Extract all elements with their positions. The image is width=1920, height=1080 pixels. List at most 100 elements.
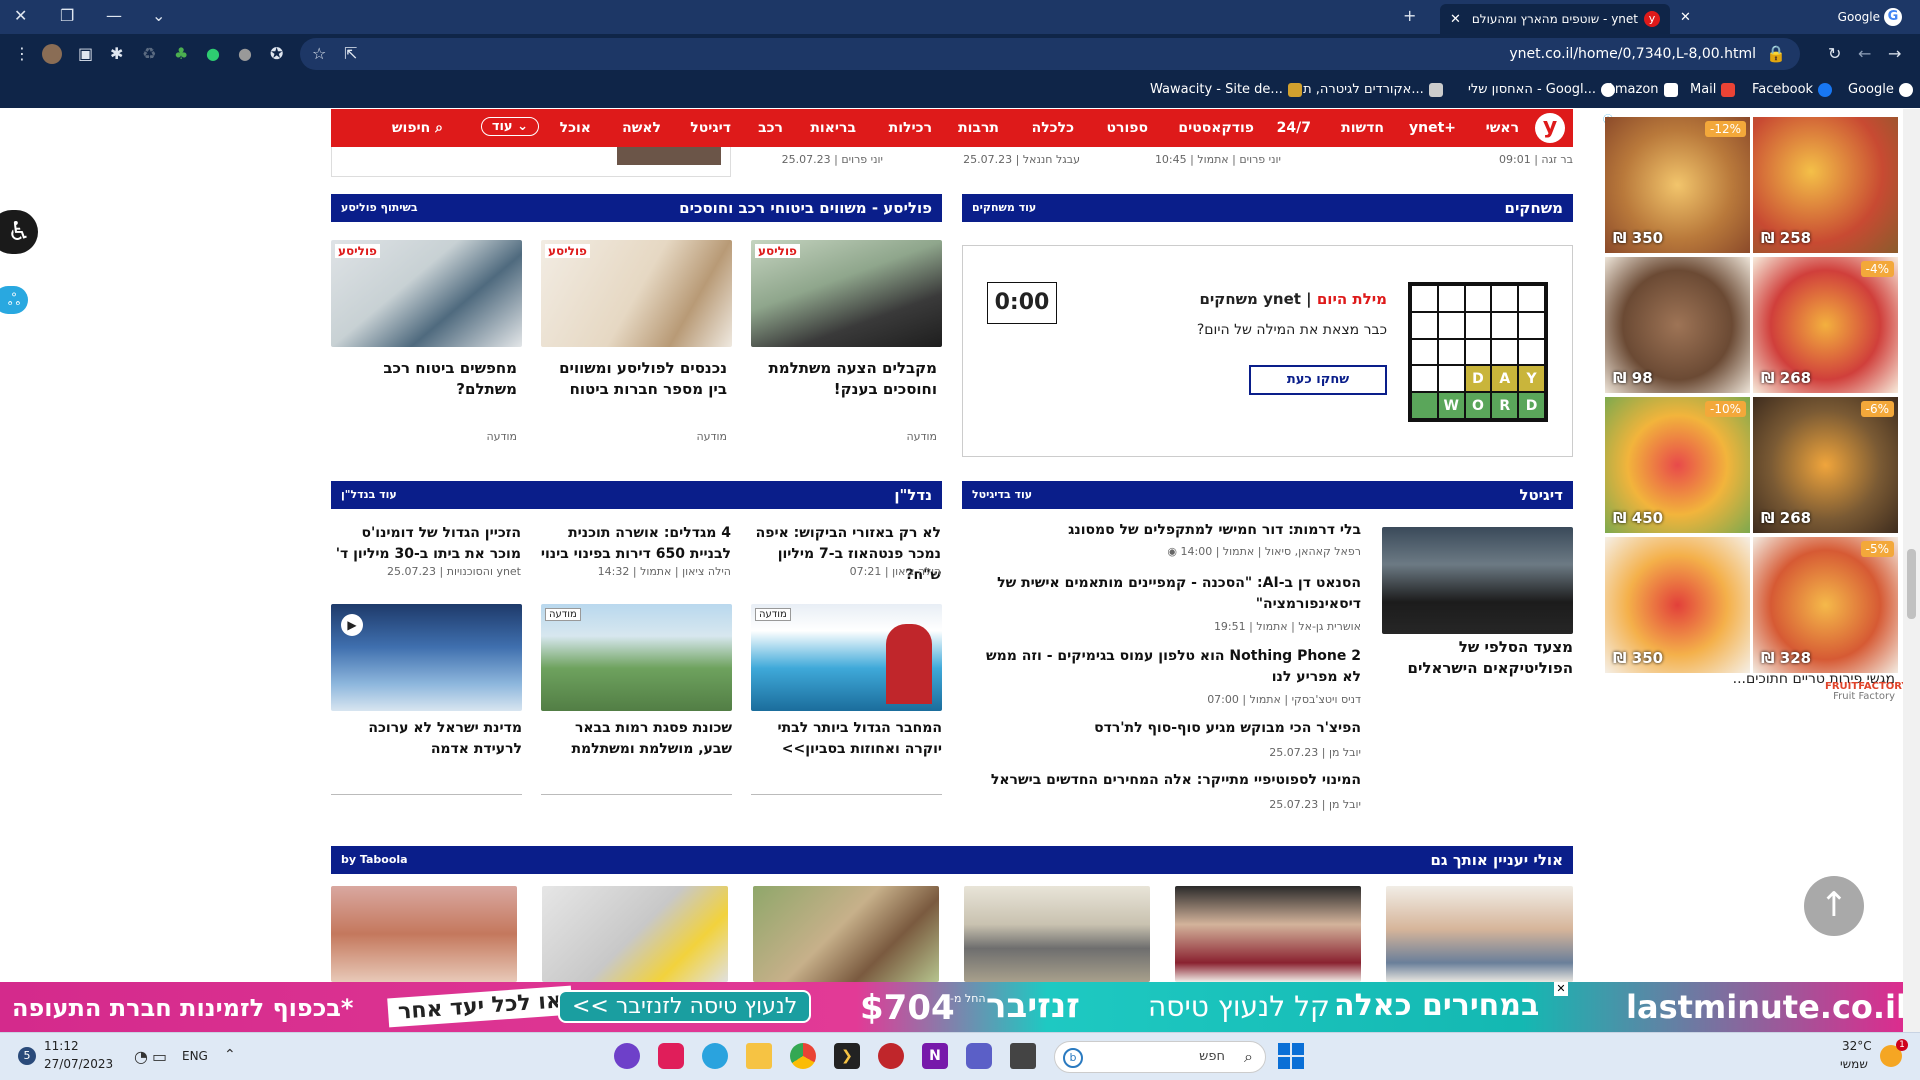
bookmark-mail[interactable]: Mail xyxy=(1690,82,1736,97)
digital-main-headline[interactable]: מצעד הסלפי של הפוליטיקאים הישראלים xyxy=(1382,637,1573,679)
nadlan-image-villa[interactable]: מודעה xyxy=(751,604,942,711)
polisa-headline[interactable]: מחפשים ביטוח רכב משתלם? xyxy=(332,358,517,400)
nadlan-headline[interactable]: 4 מגדלים: אושרה תוכנית לבניית 650 דירות … xyxy=(540,523,731,565)
nav-item-car[interactable]: רכב xyxy=(758,120,783,136)
telegram-icon[interactable] xyxy=(702,1043,728,1069)
language-indicator[interactable]: ENG xyxy=(182,1049,208,1063)
fruit-tile[interactable]: -10% ₪ 450 xyxy=(1605,397,1750,533)
polisa-headline[interactable]: נכנסים לפוליסע ומשווים בין מספר חברות בי… xyxy=(542,358,727,400)
polisa-title[interactable]: פוליסע - משווים ביטוחי רכב וחוסכים xyxy=(679,199,932,217)
nadlan-more-link[interactable]: עוד בנדל"ן xyxy=(341,488,397,501)
accessibility-icon[interactable]: ♿ xyxy=(0,210,38,254)
fruit-tile[interactable]: -6% ₪ 268 xyxy=(1753,397,1898,533)
github-icon[interactable] xyxy=(614,1043,640,1069)
onenote-icon[interactable]: N xyxy=(922,1043,948,1069)
digital-more-link[interactable]: עוד בדיגיטל xyxy=(972,488,1032,501)
extension-tree-icon[interactable]: ♣ xyxy=(174,46,188,62)
share-icon[interactable]: ⇱ xyxy=(344,46,357,62)
nadlan-card[interactable]: מודעה המחבר הגדול ביותר לבתי יוקרה ואחוז… xyxy=(751,604,942,794)
fruit-tile[interactable]: -4% ₪ 268 xyxy=(1753,257,1898,393)
games-title[interactable]: משחקים xyxy=(1505,199,1563,217)
fruit-ad[interactable]: ⓘ ₪ 258 -12%₪ 350 -4%₪ 268 ₪ 98 -6%₪ 268… xyxy=(1603,109,1909,709)
wifi-icon[interactable]: ◔ xyxy=(134,1047,148,1066)
nadlan-image-neighborhood[interactable]: מודעה xyxy=(541,604,732,711)
close-window-icon[interactable]: ✕ xyxy=(14,8,27,24)
nadlan-headline[interactable]: הזכיין הגדול של דומינו'ס מוכר את ביתו ב-… xyxy=(330,523,521,565)
taboola-by[interactable]: by Taboola xyxy=(341,853,408,866)
clock-date[interactable]: 27/07/2023 xyxy=(44,1057,113,1071)
word-grid[interactable]: DAY WORD xyxy=(1408,282,1548,422)
taboola-thumb-passport[interactable] xyxy=(1175,886,1361,982)
nav-item-digital[interactable]: דיגיטל xyxy=(690,120,731,136)
nav-item-economy[interactable]: כלכלה xyxy=(1032,120,1074,136)
weather-temp[interactable]: 32°C xyxy=(1842,1039,1872,1053)
nav-item-gossip[interactable]: רכילות xyxy=(889,120,932,136)
new-tab-icon[interactable]: + xyxy=(1403,8,1416,24)
digital-headline[interactable]: המינוי לספוטיפיי מתייקר: אלה המחירים החד… xyxy=(971,770,1361,791)
polisa-card[interactable]: פוליסע מקבלים הצעה משתלמת וחוסכים בענק! … xyxy=(751,240,942,445)
nav-more-button[interactable]: עוד ⌄ xyxy=(480,117,539,136)
nav-item-health[interactable]: בריאות xyxy=(810,120,856,136)
nav-item-food[interactable]: אוכל xyxy=(560,120,591,136)
digital-headline[interactable]: הפיצ'ר הכי מבוקש מגיע סוף-סוף לת'רדס xyxy=(971,718,1361,739)
nav-item-ynet-plus[interactable]: ynet+ xyxy=(1409,120,1456,136)
taboola-thumb-cleaning[interactable] xyxy=(542,886,728,982)
polisa-image-laptop[interactable]: פוליסע xyxy=(541,240,732,347)
close-tab-icon[interactable]: ✕ xyxy=(1680,10,1691,25)
nav-item-podcasts[interactable]: פודקאסטים xyxy=(1178,120,1254,136)
file-explorer-icon[interactable] xyxy=(746,1043,772,1069)
bookmark-star-icon[interactable]: ☆ xyxy=(312,46,326,62)
lock-icon[interactable]: 🔒 xyxy=(1766,46,1786,62)
extensions-icon[interactable]: ✱ xyxy=(110,46,123,62)
digital-main-card[interactable]: מצעד הסלפי של הפוליטיקאים הישראלים xyxy=(1382,527,1573,687)
fruit-tile[interactable]: ₪ 98 xyxy=(1605,257,1750,393)
video-play-icon[interactable]: ▶ xyxy=(341,614,363,636)
digital-headline[interactable]: בלי דרמות: דור חמישי למתקפלים של סמסונג xyxy=(971,520,1361,541)
side-panel-icon[interactable]: ▣ xyxy=(78,46,93,62)
taboola-thumb-car[interactable] xyxy=(964,886,1150,982)
bookmark-amazon[interactable]: Amazon xyxy=(1606,82,1678,97)
nav-item-24-7[interactable]: 24/7 xyxy=(1277,120,1311,136)
ynet-logo[interactable]: y xyxy=(1535,113,1565,143)
digital-headline[interactable]: Nothing Phone 2 הוא טלפון עמוס בגימיקים … xyxy=(971,646,1361,688)
digital-headline[interactable]: הסנאט דן ב-AI: "הסכנה - קמפיינים מותאמים… xyxy=(971,573,1361,615)
bookmark-facebook[interactable]: Facebook xyxy=(1752,82,1833,97)
nav-item-news[interactable]: חדשות xyxy=(1341,120,1384,136)
games-more-link[interactable]: עוד משחקים xyxy=(972,201,1036,214)
polisa-headline[interactable]: מקבלים הצעה משתלמת וחוסכים בענק! xyxy=(752,358,937,400)
extension-stamp-icon[interactable]: ✪ xyxy=(270,46,283,62)
app-red-icon[interactable] xyxy=(878,1043,904,1069)
forward-icon[interactable]: → xyxy=(1888,46,1901,62)
butterfly-icon[interactable]: ஃ xyxy=(0,286,28,314)
scrollbar-thumb[interactable] xyxy=(1907,549,1916,619)
url-text[interactable]: ynet.co.il/home/0,7340,L-8,00.html xyxy=(1509,46,1756,62)
windows-start-icon[interactable] xyxy=(1278,1043,1304,1069)
clock-time[interactable]: 11:12 xyxy=(44,1039,79,1053)
fruit-tile[interactable]: ₪ 350 xyxy=(1605,537,1750,673)
menu-icon[interactable]: ⋮ xyxy=(14,46,30,62)
polisa-image-driving[interactable]: פוליסע xyxy=(751,240,942,347)
bookmark-chords[interactable]: אקורדים לגיטרה, תוו... xyxy=(1296,82,1443,97)
polisa-image-office[interactable]: פוליסע xyxy=(331,240,522,347)
taboola-thumb-father-son[interactable] xyxy=(1386,886,1573,982)
taboola-thumb-girl[interactable] xyxy=(331,886,517,982)
nav-item-women[interactable]: לאשה xyxy=(622,120,661,136)
minimize-window-icon[interactable]: — xyxy=(106,8,122,24)
fruit-tile[interactable]: -5% ₪ 328 xyxy=(1753,537,1898,673)
digital-main-image[interactable] xyxy=(1382,527,1573,634)
polisa-card[interactable]: פוליסע נכנסים לפוליסע ומשווים בין מספר ח… xyxy=(541,240,732,445)
terminal-icon[interactable]: ❯ xyxy=(834,1043,860,1069)
taboola-thumb-headphones[interactable] xyxy=(753,886,939,982)
play-now-button[interactable]: שחקו כעת xyxy=(1249,365,1387,395)
nadlan-image-studio[interactable]: ▶ xyxy=(331,604,522,711)
nav-item-home[interactable]: ראשי xyxy=(1486,120,1519,136)
bookmark-wawacity[interactable]: Wawacity - Site de... xyxy=(1150,82,1302,97)
chrome-icon[interactable] xyxy=(790,1043,816,1069)
profile-avatar[interactable] xyxy=(42,44,62,64)
slack-icon[interactable] xyxy=(658,1043,684,1069)
tray-chevron-up-icon[interactable]: ⌃ xyxy=(224,1047,236,1063)
nadlan-headline[interactable]: המחבר הגדול ביותר לבתי יוקרה ואחוזות בסב… xyxy=(751,718,943,760)
app-window-icon[interactable] xyxy=(1010,1043,1036,1069)
nadlan-card[interactable]: מודעה שכונת פסגת רמות בבאר שבע, מושלמת ו… xyxy=(541,604,732,794)
bookmark-google[interactable]: Google xyxy=(1848,82,1913,97)
